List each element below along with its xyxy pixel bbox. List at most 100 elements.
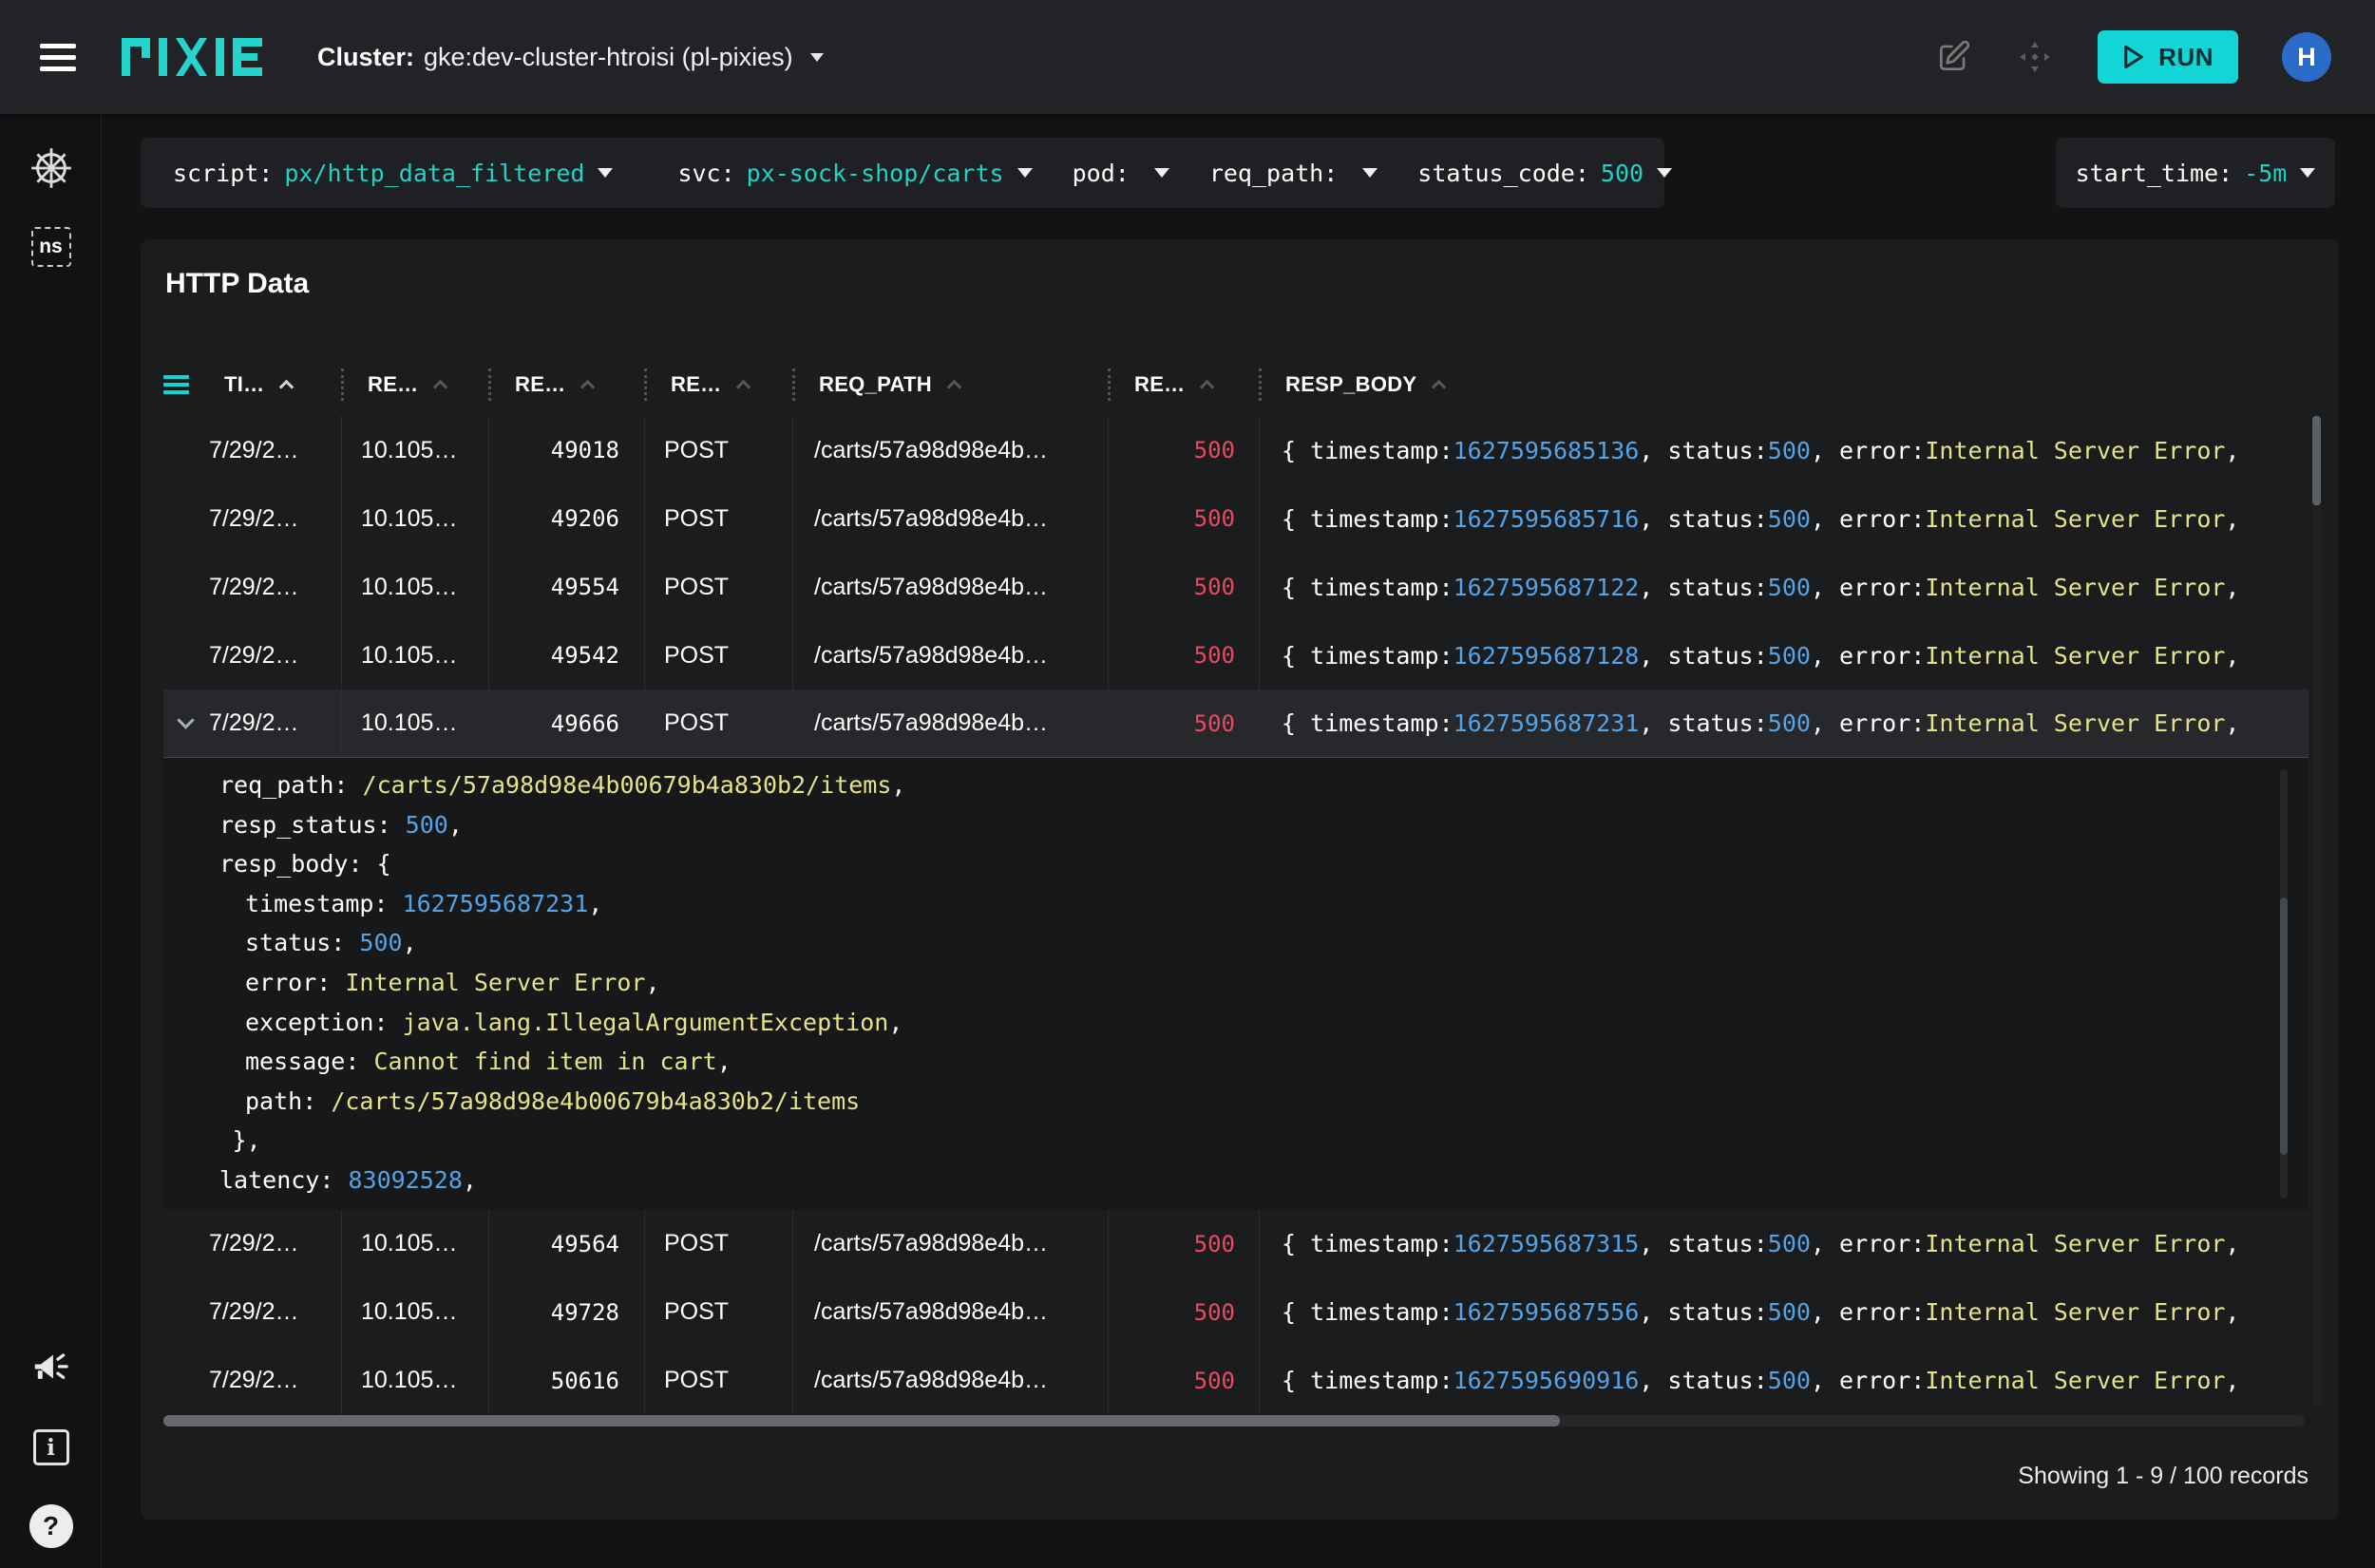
row-expander[interactable] xyxy=(163,690,207,757)
col-header-req-method[interactable]: RE… xyxy=(644,361,792,408)
chevron-down-icon[interactable] xyxy=(176,711,195,729)
namespace-icon[interactable]: ns xyxy=(0,227,102,267)
svc-dropdown[interactable]: svc: px-sock-shop/carts xyxy=(677,160,1033,187)
column-divider[interactable] xyxy=(341,368,344,401)
avatar[interactable]: H xyxy=(2282,32,2331,82)
json-number: 1627595685136 xyxy=(1453,436,1640,464)
json-text: , xyxy=(2225,1298,2240,1327)
scrollbar-thumb[interactable] xyxy=(2312,416,2321,505)
table-row[interactable]: 7/29/2… 10.105… 49206 POST /carts/57a98d… xyxy=(163,484,2308,553)
column-divider[interactable] xyxy=(644,368,647,401)
sort-asc-icon xyxy=(279,379,294,395)
status-code-dropdown[interactable]: status_code: 500 xyxy=(1417,160,1673,187)
row-expander[interactable] xyxy=(163,1278,207,1347)
col-label: RE… xyxy=(1134,372,1186,396)
json-text: , error: xyxy=(1810,504,1926,533)
col-header-req-path[interactable]: REQ_PATH xyxy=(792,361,1108,408)
json-string: Cannot find item in cart xyxy=(373,1048,717,1076)
left-sidebar: ns i ? xyxy=(0,114,102,1568)
json-string: Internal Server Error xyxy=(1925,709,2226,737)
json-number: 500 xyxy=(1767,1230,1811,1258)
column-divider[interactable] xyxy=(792,368,795,401)
json-number: 1627595690916 xyxy=(1453,1367,1640,1395)
start-time-value: -5m xyxy=(2244,159,2288,187)
col-label: RE… xyxy=(515,372,566,396)
json-text: , xyxy=(716,1048,732,1076)
column-divider[interactable] xyxy=(1259,368,1262,401)
kubernetes-cluster-icon[interactable] xyxy=(0,145,102,191)
row-expander[interactable] xyxy=(163,1210,207,1278)
edit-script-icon[interactable] xyxy=(1934,38,1972,76)
json-text: , error: xyxy=(1810,436,1926,464)
table-vertical-scrollbar[interactable] xyxy=(2312,416,2321,1407)
json-string: Internal Server Error xyxy=(1925,1298,2226,1327)
cell-resp-status: 500 xyxy=(1108,621,1259,690)
table-menu-icon[interactable] xyxy=(163,361,207,408)
cell-resp-status: 500 xyxy=(1108,553,1259,621)
scrollbar-thumb[interactable] xyxy=(163,1415,1560,1426)
hamburger-menu-icon[interactable] xyxy=(40,37,76,78)
table-row[interactable]: 7/29/2… 10.105… 50616 POST /carts/57a98d… xyxy=(163,1346,2308,1415)
json-text: resp_status: xyxy=(219,810,406,839)
col-label: RE… xyxy=(671,372,722,396)
json-number: 1627595687315 xyxy=(1453,1230,1640,1258)
column-divider[interactable] xyxy=(1108,368,1111,401)
sort-icon xyxy=(433,379,448,395)
json-text: { timestamp: xyxy=(1282,573,1454,601)
json-text: , xyxy=(2225,436,2240,464)
row-expander[interactable] xyxy=(163,1347,207,1415)
json-text: , xyxy=(2225,573,2240,601)
table-horizontal-scrollbar[interactable] xyxy=(163,1415,2305,1426)
cell-remote-addr: 10.105… xyxy=(341,553,488,621)
table-row[interactable]: 7/29/2… 10.105… 49666 POST /carts/57a98d… xyxy=(163,690,2308,758)
json-string: java.lang.IllegalArgumentException xyxy=(402,1008,889,1036)
scrollbar-thumb[interactable] xyxy=(2280,897,2288,1156)
row-expander[interactable] xyxy=(163,416,207,484)
row-expander[interactable] xyxy=(163,621,207,690)
pod-dropdown[interactable]: pod: xyxy=(1073,160,1169,187)
json-number: 1627595687231 xyxy=(1453,709,1640,737)
column-divider[interactable] xyxy=(488,368,491,401)
cell-remote-port: 49206 xyxy=(488,484,644,553)
cell-remote-addr: 10.105… xyxy=(341,416,488,484)
detail-line: timestamp: 1627595687231, xyxy=(163,884,2308,924)
json-number: 500 xyxy=(1767,504,1811,533)
run-button[interactable]: RUN xyxy=(2098,30,2238,84)
col-header-time[interactable]: TI… xyxy=(207,361,341,408)
detail-scrollbar[interactable] xyxy=(2280,769,2288,1199)
col-header-remote-addr[interactable]: RE… xyxy=(341,361,488,408)
col-header-remote-port[interactable]: RE… xyxy=(488,361,644,408)
json-text: , status: xyxy=(1639,436,1768,464)
cell-time: 7/29/2… xyxy=(209,436,299,463)
req-path-dropdown[interactable]: req_path: xyxy=(1209,160,1378,187)
json-text: , status: xyxy=(1639,504,1768,533)
col-header-resp-body[interactable]: RESP_BODY xyxy=(1259,361,2308,408)
table-row[interactable]: 7/29/2… 10.105… 49018 POST /carts/57a98d… xyxy=(163,416,2308,484)
row-expander[interactable] xyxy=(163,553,207,621)
table-row[interactable]: 7/29/2… 10.105… 49554 POST /carts/57a98d… xyxy=(163,553,2308,621)
cell-time: 7/29/2… xyxy=(209,641,299,669)
widgets-move-icon[interactable] xyxy=(2016,38,2054,76)
cell-resp-body: { timestamp: 1627595687556, status: 500,… xyxy=(1259,1277,2308,1347)
info-icon[interactable]: i xyxy=(0,1429,102,1465)
row-expander[interactable] xyxy=(163,484,207,553)
help-icon[interactable]: ? xyxy=(0,1504,102,1548)
records-count: Showing 1 - 9 / 100 records xyxy=(2018,1463,2308,1489)
json-number: 500 xyxy=(1767,641,1811,670)
table-row[interactable]: 7/29/2… 10.105… 49542 POST /carts/57a98d… xyxy=(163,621,2308,690)
cluster-selector[interactable]: Cluster: gke:dev-cluster-htroisi (pl-pix… xyxy=(317,43,824,72)
col-header-resp-status[interactable]: RE… xyxy=(1108,361,1259,408)
json-text: , xyxy=(402,929,417,957)
start-time-dropdown[interactable]: start_time: -5m xyxy=(2056,138,2335,208)
json-text: , status: xyxy=(1639,1367,1768,1395)
table-row[interactable]: 7/29/2… 10.105… 49728 POST /carts/57a98d… xyxy=(163,1277,2308,1347)
cluster-label: Cluster: xyxy=(317,42,415,71)
json-text: , error: xyxy=(1810,1367,1926,1395)
script-dropdown[interactable]: script: px/http_data_filtered xyxy=(173,160,614,187)
cell-remote-port: 49728 xyxy=(488,1277,644,1347)
cell-remote-addr: 10.105… xyxy=(341,621,488,690)
table-row[interactable]: 7/29/2… 10.105… 49564 POST /carts/57a98d… xyxy=(163,1209,2308,1278)
json-text: , xyxy=(2225,1230,2240,1258)
announcements-icon[interactable] xyxy=(0,1346,102,1389)
row-detail-panel: req_path: /carts/57a98d98e4b00679b4a830b… xyxy=(163,758,2308,1210)
